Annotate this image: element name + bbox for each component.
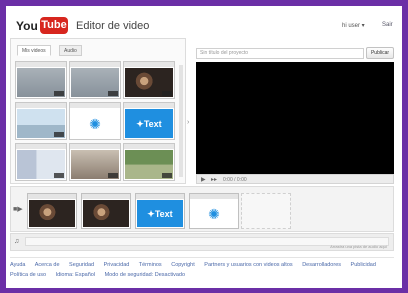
footer-link[interactable]: Desarrolladores bbox=[302, 262, 341, 268]
duration-badge bbox=[162, 173, 172, 178]
footer-link[interactable]: Términos bbox=[139, 262, 162, 268]
chevron-right-icon[interactable]: › bbox=[187, 119, 189, 126]
footer-link[interactable]: Publicidad bbox=[351, 262, 376, 268]
thumb-image: ✺ bbox=[71, 109, 119, 138]
page-title: Editor de video bbox=[76, 20, 150, 32]
empty-clip-slot[interactable] bbox=[241, 193, 291, 229]
thumb-toolbar bbox=[70, 103, 120, 108]
text-tile-label: ✦Text bbox=[147, 208, 173, 219]
footer-link[interactable]: Acerca de bbox=[35, 262, 60, 268]
library-scrollbar[interactable] bbox=[179, 65, 183, 177]
footer-link[interactable]: Partners y usuarios con videos altos bbox=[204, 262, 292, 268]
footer-link[interactable]: Copyright bbox=[171, 262, 195, 268]
audio-track: ♫ Arrastra una pista de audio aquí bbox=[10, 233, 394, 251]
duration-badge bbox=[108, 91, 118, 96]
thumb-toolbar bbox=[70, 62, 120, 67]
storyboard-track: ■▶ ✦Text ✺ bbox=[10, 186, 394, 232]
thumb-toolbar bbox=[16, 62, 66, 67]
next-icon[interactable]: ▸▸ bbox=[211, 176, 217, 183]
clip-toolbar bbox=[82, 194, 130, 199]
library-thumb[interactable] bbox=[69, 143, 121, 181]
library-thumb[interactable] bbox=[15, 102, 67, 140]
duration-badge bbox=[162, 91, 172, 96]
duration-badge bbox=[54, 173, 64, 178]
footer-link[interactable]: Modo de seguridad: Desactivado bbox=[105, 272, 185, 278]
logo-tube-text: Tube bbox=[40, 17, 68, 34]
footer-divider bbox=[10, 257, 394, 258]
signout-link[interactable]: Sair bbox=[382, 22, 393, 28]
library-thumb[interactable]: ✺ bbox=[69, 102, 121, 140]
library-thumb[interactable] bbox=[123, 61, 175, 99]
clip-image bbox=[29, 200, 75, 227]
tab-audio[interactable]: Audio bbox=[59, 45, 82, 56]
thumb-toolbar bbox=[124, 62, 174, 67]
footer-links-secondary: Política de uso Idioma: Español Modo de … bbox=[10, 272, 394, 278]
storyboard-clip[interactable]: ✦Text bbox=[135, 193, 185, 229]
library-thumb[interactable] bbox=[69, 61, 121, 99]
media-library-panel: Mis videos Audio ✺ ✦Text › bbox=[10, 38, 189, 184]
video-track-icon: ■▶ bbox=[13, 206, 23, 213]
player-controls: ▶ ▸▸ 0:00 / 0:00 bbox=[196, 174, 394, 184]
footer-links-primary: Ayuda Acerca de Seguridad Privacidad Tér… bbox=[10, 262, 394, 268]
youtube-logo[interactable]: You Tube bbox=[16, 17, 68, 34]
user-menu[interactable]: hi user ▾ bbox=[342, 22, 365, 29]
clip-toolbar bbox=[28, 194, 76, 199]
video-preview-player[interactable] bbox=[196, 62, 394, 174]
clip-toolbar bbox=[136, 194, 184, 199]
footer-link[interactable]: Seguridad bbox=[69, 262, 94, 268]
storyboard-clip[interactable] bbox=[81, 193, 131, 229]
duration-badge bbox=[54, 132, 64, 137]
music-note-icon: ♫ bbox=[14, 238, 20, 245]
library-thumb[interactable] bbox=[123, 143, 175, 181]
footer-link[interactable]: Privacidad bbox=[104, 262, 130, 268]
thumb-toolbar bbox=[124, 144, 174, 149]
thumb-toolbar bbox=[16, 103, 66, 108]
clip-image: ✺ bbox=[191, 200, 237, 227]
audio-hint: Arrastra una pista de audio aquí bbox=[330, 244, 387, 249]
storyboard-clip[interactable] bbox=[27, 193, 77, 229]
library-thumb[interactable] bbox=[15, 143, 67, 181]
flower-icon: ✺ bbox=[89, 115, 101, 132]
flower-icon: ✺ bbox=[208, 205, 220, 222]
editor-window: You Tube Editor de video hi user ▾ Sair … bbox=[6, 6, 402, 288]
footer-link[interactable]: Política de uso bbox=[10, 272, 46, 278]
time-readout: 0:00 / 0:00 bbox=[223, 177, 247, 183]
duration-badge bbox=[108, 173, 118, 178]
clip-toolbar bbox=[190, 194, 238, 199]
play-icon[interactable]: ▶ bbox=[201, 176, 206, 183]
project-title-input[interactable]: Sin título del proyecto bbox=[196, 48, 364, 59]
duration-badge bbox=[54, 91, 64, 96]
thumb-toolbar bbox=[70, 144, 120, 149]
thumb-image: ✦Text bbox=[125, 109, 173, 138]
footer-link[interactable]: Idioma: Español bbox=[56, 272, 95, 278]
clip-image bbox=[83, 200, 129, 227]
publish-button[interactable]: Publicar bbox=[366, 47, 394, 59]
logo-you-text: You bbox=[16, 19, 38, 33]
tab-my-videos[interactable]: Mis videos bbox=[17, 45, 51, 56]
library-thumb[interactable]: ✦Text bbox=[123, 102, 175, 140]
footer-link[interactable]: Ayuda bbox=[10, 262, 26, 268]
library-thumb[interactable] bbox=[15, 61, 67, 99]
storyboard-clip[interactable]: ✺ bbox=[189, 193, 239, 229]
thumb-toolbar bbox=[16, 144, 66, 149]
thumb-toolbar bbox=[124, 103, 174, 108]
text-tile-label: ✦Text bbox=[136, 118, 162, 129]
clip-image: ✦Text bbox=[137, 200, 183, 227]
